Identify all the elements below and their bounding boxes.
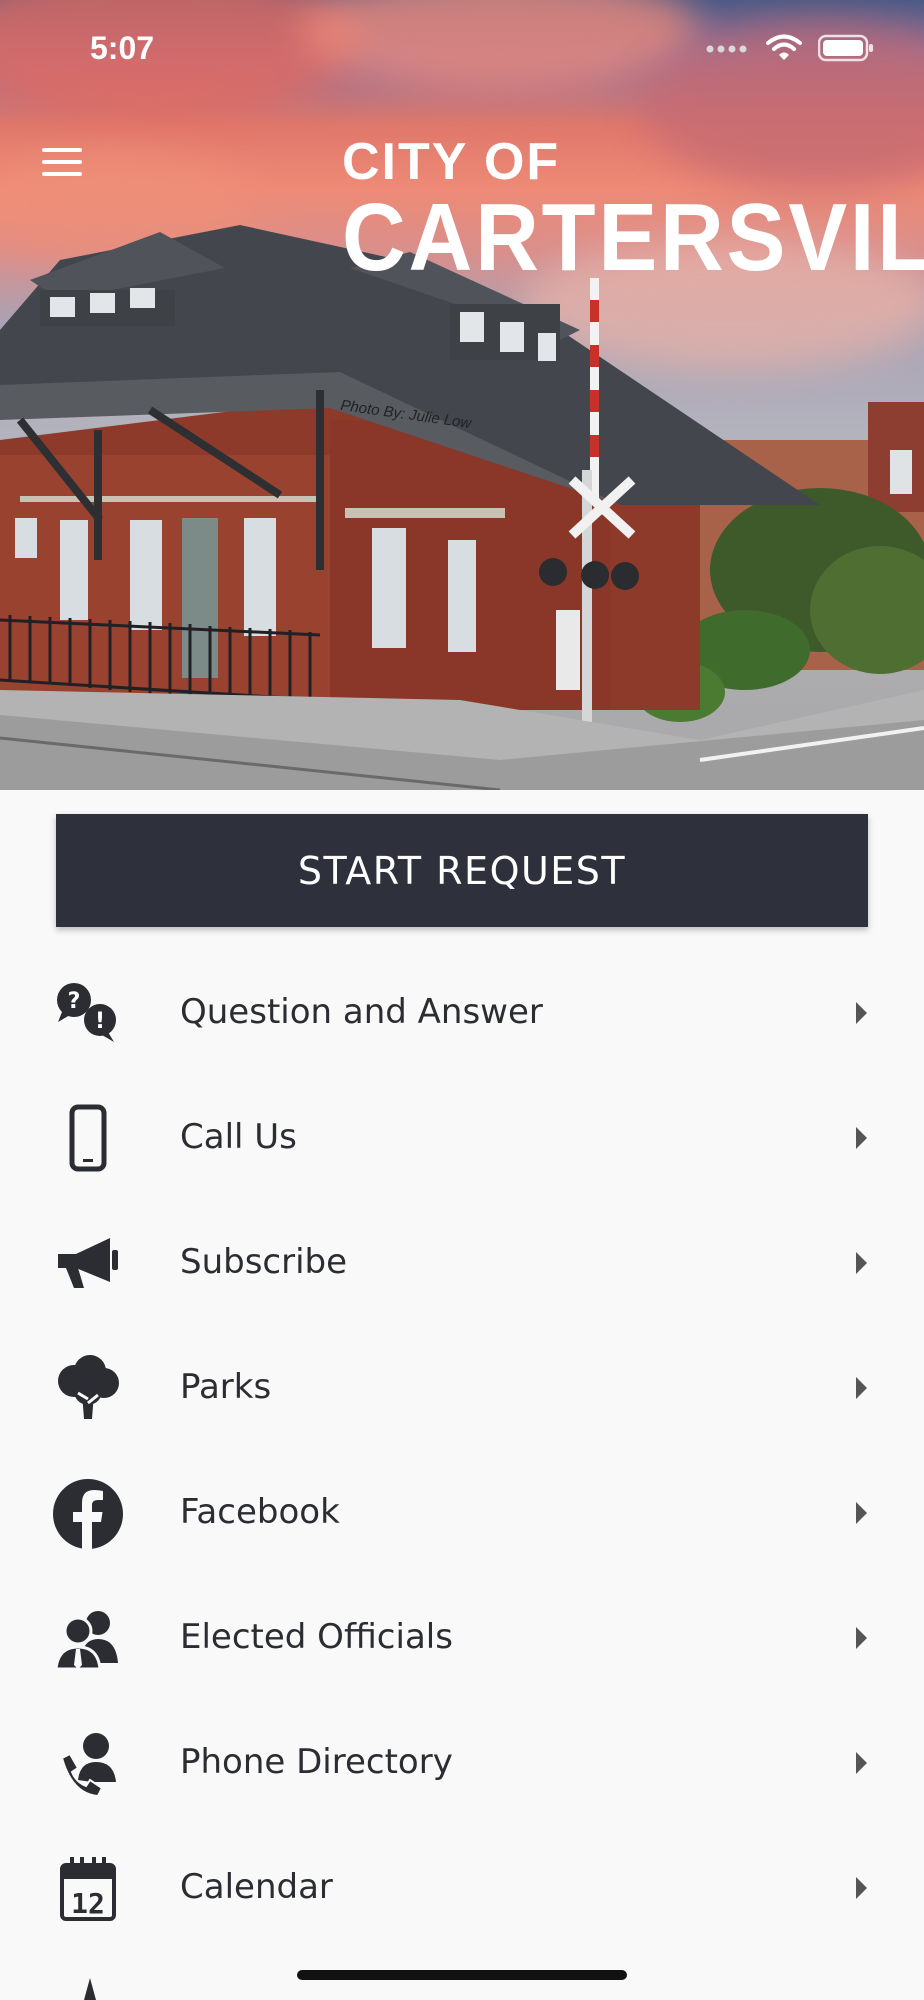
menu-item-label: Parks bbox=[180, 1367, 272, 1407]
menu-item-subscribe[interactable]: Subscribe bbox=[0, 1200, 924, 1325]
chevron-right-icon bbox=[856, 1752, 867, 1774]
facebook-icon bbox=[53, 1479, 123, 1549]
megaphone-icon bbox=[58, 1238, 118, 1288]
question-answer-icon: ? ! bbox=[57, 983, 116, 1042]
logo-line1: CITY OF bbox=[342, 133, 561, 191]
calendar-icon: 12 bbox=[60, 1857, 116, 1921]
chevron-right-icon bbox=[856, 1002, 867, 1024]
menu-item-label: Question and Answer bbox=[180, 992, 543, 1032]
menu-item-label: Elected Officials bbox=[180, 1617, 453, 1657]
wifi-icon bbox=[766, 34, 802, 60]
svg-text:?: ? bbox=[68, 989, 81, 1014]
partial-menu-icon bbox=[84, 1978, 96, 2000]
chevron-right-icon bbox=[856, 1377, 867, 1399]
svg-text:!: ! bbox=[95, 1009, 105, 1034]
chevron-right-icon bbox=[856, 1127, 867, 1149]
menu-item-facebook[interactable]: Facebook bbox=[0, 1450, 924, 1575]
start-request-button[interactable]: START REQUEST bbox=[56, 814, 868, 927]
menu-item-label: Call Us bbox=[180, 1117, 297, 1157]
chevron-right-icon bbox=[856, 1502, 867, 1524]
status-icons bbox=[706, 34, 874, 62]
menu-item-calendar[interactable]: 12 Calendar bbox=[0, 1825, 924, 1950]
officials-icon bbox=[54, 1611, 118, 1671]
menu-item-phone-directory[interactable]: Phone Directory bbox=[0, 1700, 924, 1825]
tree-icon bbox=[58, 1355, 119, 1419]
depot-photo bbox=[0, 225, 924, 790]
battery-icon bbox=[818, 34, 873, 62]
menu-item-label: Facebook bbox=[180, 1492, 340, 1532]
calendar-icon-day: 12 bbox=[71, 1887, 105, 1920]
cellular-signal-icon bbox=[706, 45, 747, 53]
header-banner: Photo By: Julie Low 5:07 CITY OF CARTERS… bbox=[0, 0, 924, 790]
main-menu: ? ! Question and Answer Call Us Subscrib… bbox=[0, 950, 924, 1950]
menu-item-label: Calendar bbox=[180, 1867, 333, 1907]
home-indicator[interactable] bbox=[297, 1970, 627, 1980]
menu-item-question-and-answer[interactable]: ? ! Question and Answer bbox=[0, 950, 924, 1075]
chevron-right-icon bbox=[856, 1877, 867, 1899]
menu-item-label: Subscribe bbox=[180, 1242, 348, 1282]
chevron-right-icon bbox=[856, 1252, 867, 1274]
logo-line2: CARTERSVILLE bbox=[342, 184, 924, 291]
phone-directory-icon bbox=[60, 1733, 116, 1798]
menu-item-label: Phone Directory bbox=[180, 1742, 453, 1782]
menu-item-elected-officials[interactable]: Elected Officials bbox=[0, 1575, 924, 1700]
menu-item-parks[interactable]: Parks bbox=[0, 1325, 924, 1450]
menu-hamburger-icon[interactable] bbox=[42, 148, 84, 176]
status-time: 5:07 bbox=[90, 30, 155, 66]
phone-icon bbox=[69, 1104, 107, 1172]
city-logo: CITY OF CARTERSVILLE bbox=[342, 136, 924, 288]
chevron-right-icon bbox=[856, 1627, 867, 1649]
menu-item-call-us[interactable]: Call Us bbox=[0, 1075, 924, 1200]
